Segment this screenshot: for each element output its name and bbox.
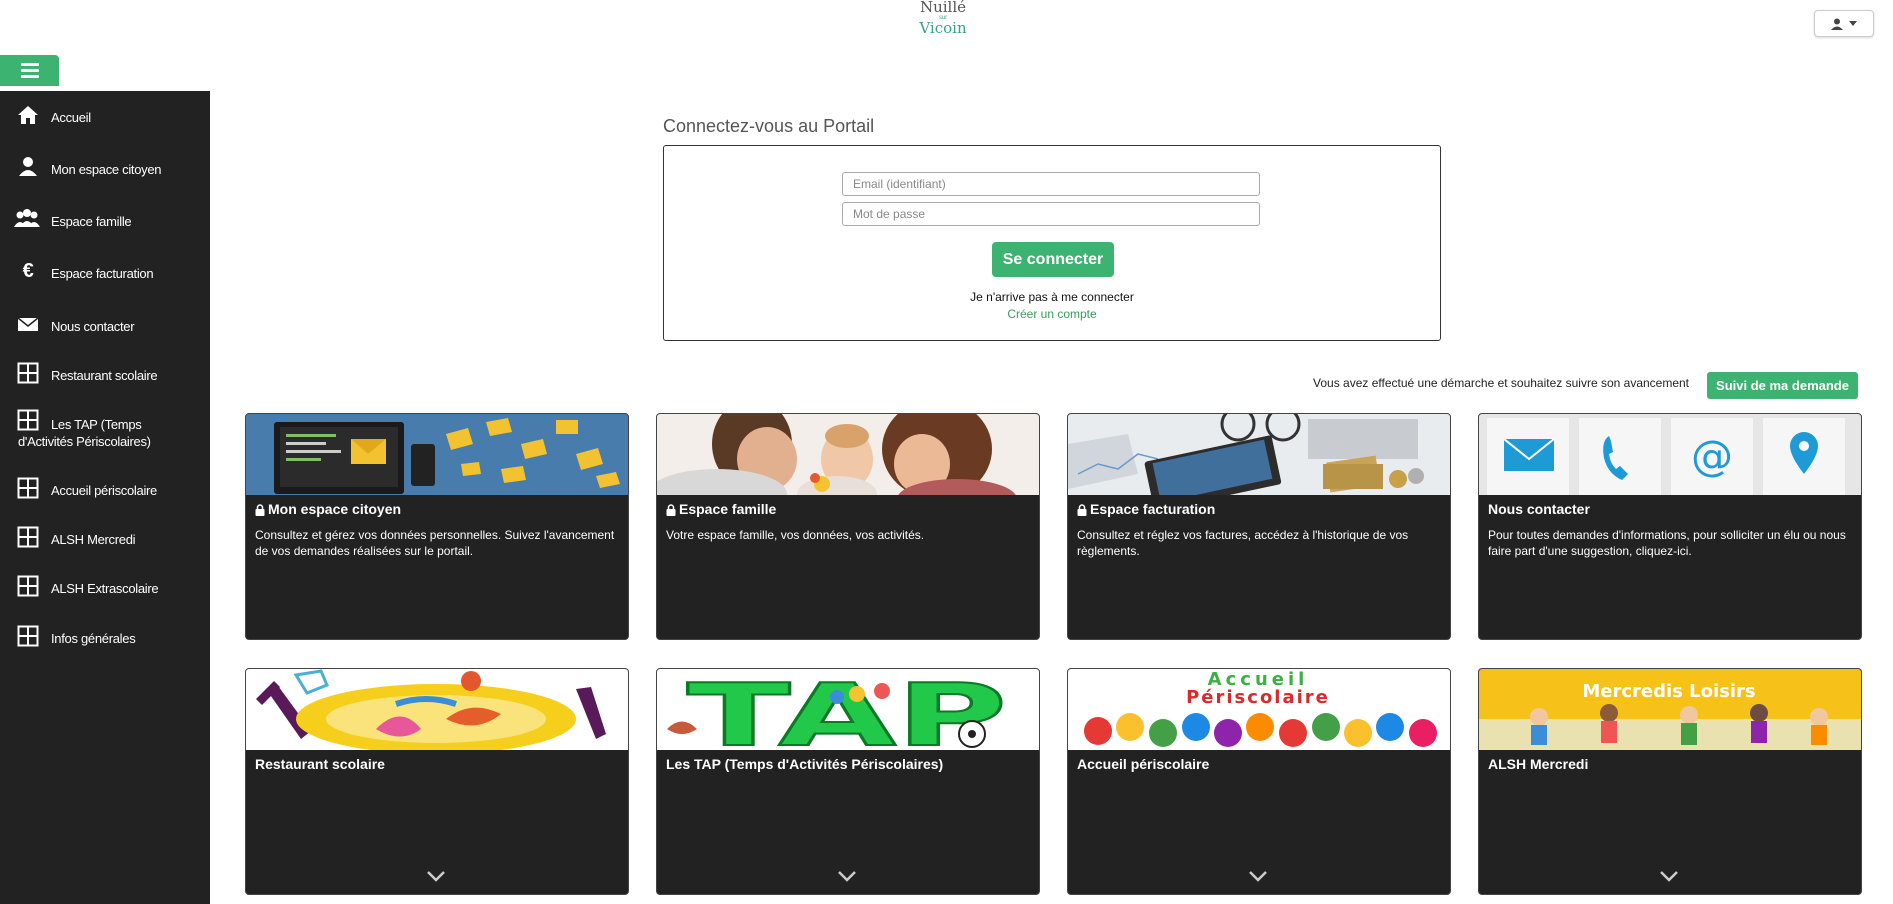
sidebar-item-label: Infos générales <box>51 631 136 646</box>
chevron-down-icon[interactable] <box>1659 870 1679 882</box>
card-nous-contacter[interactable]: @ Nous contacter Pour toutes demandes d'… <box>1478 413 1862 640</box>
sidebar-item-restaurant-scolaire[interactable]: Restaurant scolaire <box>0 362 210 390</box>
card-les-tap[interactable]: TAP Les TAP (Temps d'Activités Périscola… <box>656 668 1040 895</box>
banner-mercredi-text: Mercredis Loisirs <box>1582 681 1755 702</box>
sidebar-item-label: Accueil périscolaire <box>51 483 157 498</box>
chevron-down-icon[interactable] <box>426 870 446 882</box>
sidebar-item-label: Nous contacter <box>51 319 135 334</box>
card-title: Restaurant scolaire <box>255 756 385 772</box>
card-title: Accueil périscolaire <box>1077 756 1210 772</box>
envelope-icon <box>17 317 39 331</box>
logo-line-1: Nuillé <box>919 0 967 16</box>
sidebar-item-alsh-extrascolaire[interactable]: ALSH Extrascolaire <box>0 575 210 603</box>
card-accueil-periscolaire[interactable]: Accueil Périscolaire Accueil périscolair… <box>1067 668 1451 895</box>
sidebar-item-label: Mon espace citoyen <box>51 162 162 177</box>
grid-icon <box>17 526 39 548</box>
sidebar-item-alsh-mercredi[interactable]: ALSH Mercredi <box>0 526 210 554</box>
card-image-billing <box>1068 414 1450 495</box>
svg-text:@: @ <box>1691 431 1733 480</box>
user-icon <box>1831 18 1843 30</box>
follow-request-button[interactable]: Suivi de ma demande <box>1707 372 1858 399</box>
sidebar-item-les-tap[interactable]: Les TAP (Temps d'Activités Périscolaires… <box>0 409 210 452</box>
user-icon <box>19 157 37 176</box>
euro-icon: € <box>22 260 34 282</box>
email-input[interactable] <box>842 172 1260 196</box>
sidebar-item-infos-generales[interactable]: Infos générales <box>0 625 210 653</box>
card-restaurant-scolaire[interactable]: Restaurant scolaire <box>245 668 629 895</box>
card-espace-facturation[interactable]: Espace facturation Consultez et réglez v… <box>1067 413 1451 640</box>
login-form: Se connecter Je n'arrive pas à me connec… <box>663 145 1441 341</box>
login-title: Connectez-vous au Portail <box>663 116 875 136</box>
card-image-email <box>246 414 628 495</box>
grid-icon <box>17 625 39 647</box>
sidebar-item-label: Les TAP (Temps d'Activités Périscolaires… <box>18 417 151 449</box>
card-title: ALSH Mercredi <box>1488 756 1589 772</box>
grid-icon <box>17 477 39 499</box>
card-description: Consultez et gérez vos données personnel… <box>255 528 615 558</box>
banner-line-2: Périscolaire <box>1186 687 1330 708</box>
chevron-down-icon[interactable] <box>837 870 857 882</box>
card-alsh-mercredi[interactable]: Mercredis Loisirs ALSH Mercredi <box>1478 668 1862 895</box>
lock-icon <box>1077 504 1087 516</box>
sidebar-item-label: Espace facturation <box>51 266 154 281</box>
card-title: Mon espace citoyen <box>268 501 402 517</box>
sidebar-item-label: Accueil <box>51 110 91 125</box>
user-menu-button[interactable] <box>1814 10 1874 37</box>
login-button[interactable]: Se connecter <box>992 242 1114 277</box>
chevron-down-icon[interactable] <box>1248 870 1268 882</box>
card-title: Nous contacter <box>1488 501 1590 517</box>
grid-icon <box>17 575 39 597</box>
card-image-family <box>657 414 1039 495</box>
password-input[interactable] <box>842 202 1260 226</box>
card-image-contact: @ <box>1479 414 1861 495</box>
sidebar-item-label: Espace famille <box>51 214 132 229</box>
menu-toggle-button[interactable] <box>0 55 59 86</box>
sidebar-item-label: Restaurant scolaire <box>51 368 158 383</box>
logo[interactable]: Nuillé sur Vicoin <box>918 0 968 37</box>
sidebar: Accueil Mon espace citoyen Espace famill… <box>0 91 210 904</box>
card-description: Consultez et réglez vos factures, accéde… <box>1077 528 1409 558</box>
card-title: Espace famille <box>679 501 777 517</box>
sidebar-item-mon-espace-citoyen[interactable]: Mon espace citoyen <box>0 156 210 184</box>
forgot-login-link[interactable]: Je n'arrive pas à me connecter <box>664 290 1440 304</box>
sidebar-item-espace-famille[interactable]: Espace famille <box>0 208 210 236</box>
sidebar-item-label: ALSH Mercredi <box>51 532 136 547</box>
card-description: Votre espace famille, vos données, vos a… <box>666 528 925 542</box>
sidebar-item-espace-facturation[interactable]: € Espace facturation <box>0 260 210 288</box>
card-title: Espace facturation <box>1090 501 1216 517</box>
card-mon-espace-citoyen[interactable]: Mon espace citoyen Consultez et gérez vo… <box>245 413 629 640</box>
logo-line-3: Vicoin <box>919 19 967 37</box>
card-image-restaurant <box>246 669 628 750</box>
card-image-periscolaire: Accueil Périscolaire <box>1068 669 1450 750</box>
card-image-mercredi: Mercredis Loisirs <box>1479 669 1861 750</box>
lock-icon <box>666 504 676 516</box>
grid-icon <box>17 362 39 384</box>
caret-down-icon <box>1849 21 1857 26</box>
create-account-link[interactable]: Créer un compte <box>664 307 1440 321</box>
sidebar-item-accueil-periscolaire[interactable]: Accueil périscolaire <box>0 477 210 505</box>
card-image-tap: TAP <box>657 669 1039 750</box>
card-description: Pour toutes demandes d'informations, pou… <box>1488 528 1846 558</box>
home-icon <box>18 106 38 124</box>
card-title: Les TAP (Temps d'Activités Périscolaires… <box>666 756 944 772</box>
sidebar-item-nous-contacter[interactable]: Nous contacter <box>0 313 210 341</box>
follow-request-text: Vous avez effectué une démarche et souha… <box>1313 376 1690 390</box>
family-icon <box>14 209 40 227</box>
sidebar-item-label: ALSH Extrascolaire <box>51 581 159 596</box>
hamburger-icon <box>20 63 39 66</box>
lock-icon <box>255 504 265 516</box>
sidebar-item-accueil[interactable]: Accueil <box>0 104 210 132</box>
card-espace-famille[interactable]: Espace famille Votre espace famille, vos… <box>656 413 1040 640</box>
